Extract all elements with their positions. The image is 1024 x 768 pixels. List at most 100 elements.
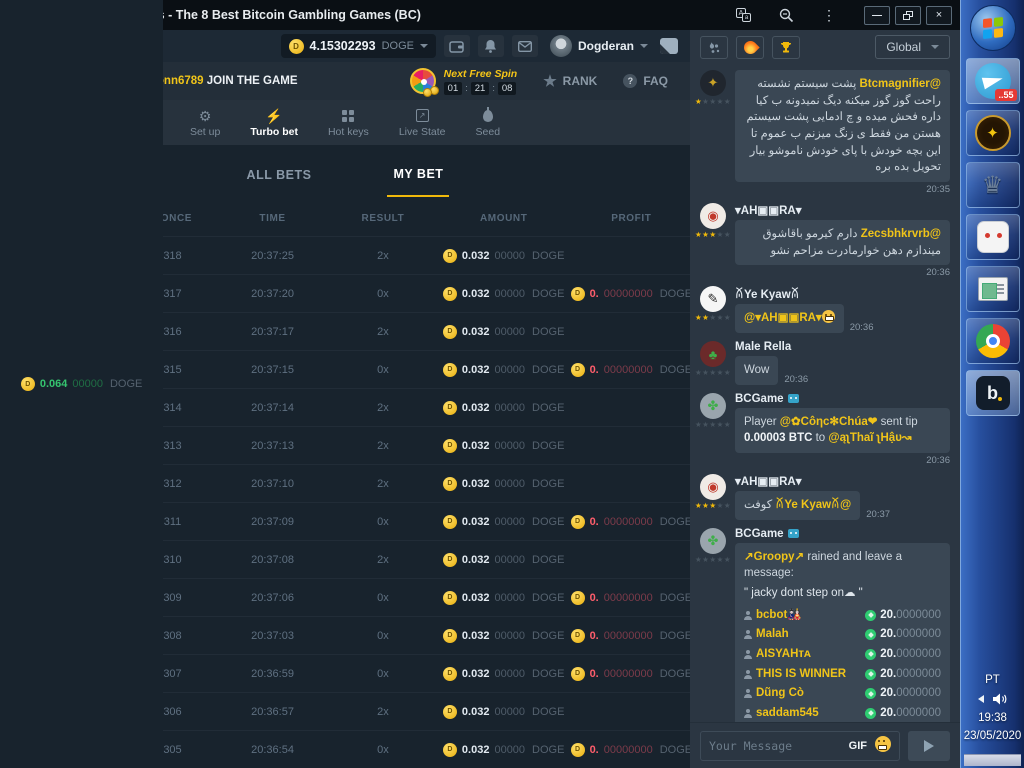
doge-coin-icon: D <box>443 363 457 377</box>
language-indicator[interactable]: PT <box>985 674 1000 686</box>
channel-selector[interactable]: Global <box>875 35 950 59</box>
chat-message: ✤★★★★★BCGame↗Groopy↗ rained and leave a … <box>698 528 950 722</box>
rain-amount: 20.0000000 <box>880 705 941 722</box>
bet-result: 0x <box>331 364 435 376</box>
user-menu[interactable]: Dogderan <box>550 35 648 57</box>
avatar[interactable]: ✤ <box>700 393 726 419</box>
tool-keys[interactable]: Hot keys <box>328 108 369 138</box>
taskbar-bcgame[interactable]: b <box>966 370 1020 416</box>
rain-recipient-name[interactable]: bcbot🎎 <box>756 607 865 624</box>
doge-coin-icon: D <box>571 629 585 643</box>
bet-amount: D0.03200000DOGE <box>435 325 573 339</box>
tab-all-bets[interactable]: ALL BETS <box>241 150 318 196</box>
start-button[interactable] <box>970 5 1016 51</box>
mail-button[interactable] <box>512 35 538 57</box>
chat-header: Global <box>690 30 960 64</box>
table-row[interactable]: 797145930168230620:36:572xD0.03200000DOG… <box>0 692 690 730</box>
fireball-icon[interactable] <box>736 36 764 59</box>
balance-currency: DOGE <box>382 40 414 52</box>
robot-icon <box>788 394 799 403</box>
person-icon <box>744 670 752 679</box>
rain-recipient-name[interactable]: AISYAHᴛᴀ <box>756 646 865 663</box>
zoom-out-icon[interactable] <box>779 8 794 23</box>
close-button[interactable]: × <box>926 6 952 25</box>
restore-button[interactable] <box>895 6 921 25</box>
green-coin-icon <box>865 649 876 660</box>
col-header-result: RESULT <box>331 213 435 224</box>
trophy-icon[interactable] <box>772 36 800 59</box>
mention[interactable]: @ꊼYe Kyawꊼ <box>775 499 851 511</box>
message-input[interactable]: Your Message GIF <box>700 731 900 761</box>
bet-result: 2x <box>331 554 435 566</box>
clock[interactable]: 19:38 <box>978 712 1007 724</box>
mention[interactable]: @✿Côηc✻Chúa❤ <box>780 416 878 428</box>
bet-time: 20:37:06 <box>214 592 331 604</box>
taskbar-chrome[interactable] <box>966 318 1020 364</box>
free-spin-widget[interactable]: Next Free Spin 01:21:08 <box>410 68 518 95</box>
mention[interactable]: @Zecsbhkrvrb <box>861 228 941 240</box>
doge-coin-icon: D <box>571 363 585 377</box>
send-button[interactable] <box>908 731 950 761</box>
keys-icon <box>342 108 354 124</box>
bet-time: 20:36:54 <box>214 744 331 756</box>
avatar[interactable]: ♣ <box>700 341 726 367</box>
message-timestamp: 20:37 <box>866 509 890 520</box>
chat-message: ✎★★★★★ꊼYe Kyawꊼ@▾AH▣▣RA▾20:36 <box>698 286 950 333</box>
taskbar-dice-app[interactable] <box>966 214 1020 260</box>
avatar[interactable]: ✦ <box>700 70 726 96</box>
green-coin-icon <box>865 610 876 621</box>
mention[interactable]: @▾AH▣▣RA▾ <box>744 312 822 324</box>
chevron-down-icon <box>640 44 648 48</box>
faq-button[interactable]: ? FAQ <box>623 74 668 88</box>
avatar-column: ✦★★★★★ <box>698 70 728 195</box>
rain-recipient-name[interactable]: THIS IS WINNER <box>756 666 865 683</box>
speaker-icon[interactable] <box>992 692 1008 706</box>
show-hidden-icons[interactable] <box>978 695 984 703</box>
crown-icon: ♛ <box>982 171 1004 200</box>
rain-recipient-name[interactable]: saddam545 <box>756 705 865 722</box>
message-timestamp: 20:36 <box>735 455 950 466</box>
rain-recipient-name[interactable]: Dũng Cò <box>756 685 865 702</box>
message-timestamp: 20:36 <box>850 322 874 333</box>
bet-result: 0x <box>331 668 435 680</box>
taskbar-crown-app[interactable]: ♛ <box>966 162 1020 208</box>
translate-icon[interactable]: Aa <box>736 8 751 22</box>
rain-recipient-name[interactable]: Malah <box>756 626 865 643</box>
minimize-button[interactable] <box>864 6 890 25</box>
tab-my-bet[interactable]: MY BET <box>387 149 449 197</box>
wallet-button[interactable] <box>444 35 470 57</box>
rain-user-mention[interactable]: ↗Groopy↗ <box>744 551 804 563</box>
gif-button[interactable]: GIF <box>849 740 867 752</box>
avatar[interactable]: ✎ <box>700 286 726 312</box>
avatar[interactable]: ✤ <box>700 528 726 554</box>
rain-icon[interactable] <box>700 36 728 59</box>
taskbar-telegram[interactable]: ..55 <box>966 58 1020 104</box>
show-desktop-button[interactable] <box>964 754 1022 766</box>
tool-seed[interactable]: Seed <box>476 108 501 138</box>
bet-amount: D0.03200000DOGE <box>435 553 573 567</box>
taskbar-conquer-game[interactable]: ✦ <box>966 110 1020 156</box>
emoji-button[interactable] <box>875 736 891 755</box>
notifications-bell-button[interactable] <box>478 35 504 57</box>
doge-coin-icon: D <box>443 743 457 757</box>
tool-bolt[interactable]: ⚡Turbo bet <box>250 108 298 138</box>
rank-button[interactable]: ★ RANK <box>543 72 597 90</box>
tool-gear[interactable]: ⚙Set up <box>190 108 220 138</box>
balance-selector[interactable]: D 4.15302293 DOGE <box>281 34 436 58</box>
doge-coin-icon: D <box>443 439 457 453</box>
emoji-face-icon <box>822 310 835 323</box>
mention[interactable]: @Btcmagnifier <box>859 78 941 90</box>
avatar[interactable]: ◉ <box>700 203 726 229</box>
date[interactable]: 23/05/2020 <box>964 730 1022 742</box>
tool-chart[interactable]: ↗Live State <box>399 108 446 138</box>
person-icon <box>744 689 752 698</box>
mention[interactable]: @ąʅThaĩ ʅHậυ↝ <box>828 432 911 444</box>
tool-label: Set up <box>190 126 220 138</box>
avatar[interactable]: ◉ <box>700 474 726 500</box>
menu-dots-icon[interactable]: ⋮ <box>822 7 836 24</box>
doge-coin-icon: D <box>21 377 35 391</box>
chat-toggle-icon[interactable] <box>660 38 678 54</box>
taskbar-window-app[interactable] <box>966 266 1020 312</box>
question-icon: ? <box>623 74 637 88</box>
bet-time: 20:37:17 <box>214 326 331 338</box>
